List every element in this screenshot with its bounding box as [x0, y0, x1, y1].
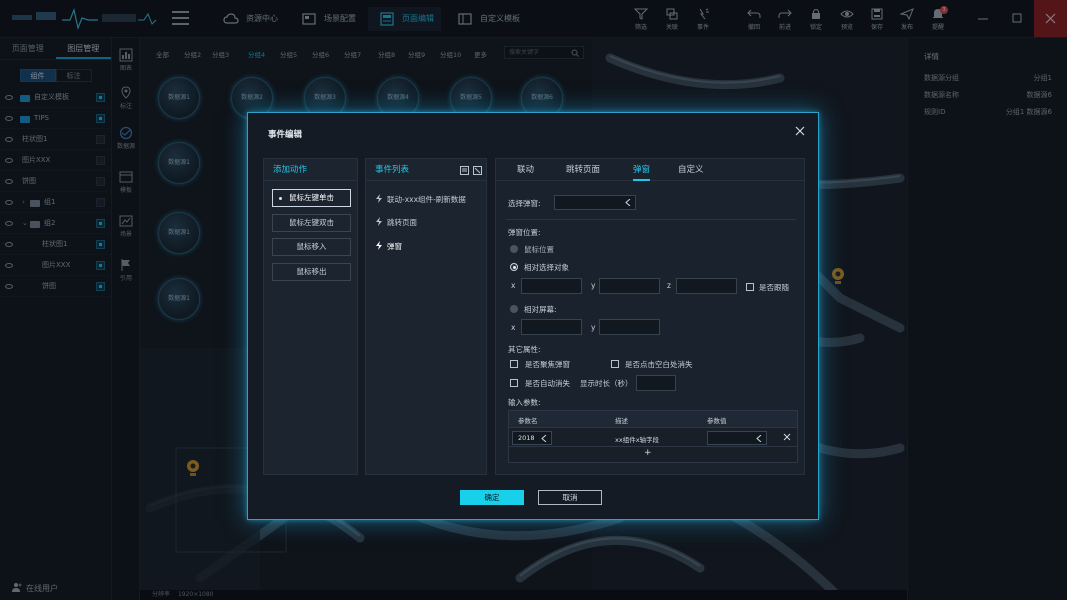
copy-icon[interactable] — [460, 166, 469, 175]
delete-row-icon[interactable] — [783, 433, 791, 441]
event-item[interactable]: 联动-xxx组件-刷新数据 — [375, 194, 466, 205]
param-name-value: 2018 — [518, 434, 535, 442]
config-tabs: 联动 跳转页面 弹窗 自定义 — [496, 159, 804, 181]
param-header-name: 参数名 — [518, 417, 538, 425]
radio-relative-screen[interactable] — [510, 305, 518, 313]
other-properties-label: 其它属性: — [508, 345, 541, 354]
screen-x-input[interactable] — [521, 319, 582, 335]
radio-label: 鼠标位置 — [524, 245, 554, 254]
event-item-active[interactable]: 弹窗 — [375, 241, 402, 252]
input-params-label: 输入参数: — [508, 398, 541, 407]
event-edit-dialog: 事件编辑 添加动作 鼠标左键单击 鼠标左键双击 鼠标移入 鼠标移出 事件列表 联… — [247, 112, 819, 520]
radio-mouse-position[interactable] — [510, 245, 518, 253]
offset-z-input[interactable] — [676, 278, 737, 294]
tab-jump-page[interactable]: 跳转页面 — [566, 159, 600, 181]
offset-y-input[interactable] — [599, 278, 660, 294]
action-mouse-leave-button[interactable]: 鼠标移出 — [272, 263, 351, 281]
cancel-button[interactable]: 取消 — [538, 490, 602, 505]
add-action-title: 添加动作 — [264, 159, 357, 181]
click-blank-dismiss-label: 是否点击空白处消失 — [625, 360, 693, 369]
click-blank-dismiss-checkbox[interactable] — [611, 360, 619, 368]
auto-hide-label: 是否自动消失 — [525, 379, 570, 388]
duration-label: 显示时长（秒） — [580, 379, 633, 388]
action-label: 鼠标左键双击 — [289, 218, 334, 227]
param-name-select[interactable]: 2018 — [512, 431, 552, 445]
event-item[interactable]: 跳转页面 — [375, 217, 417, 228]
add-action-panel: 添加动作 鼠标左键单击 鼠标左键双击 鼠标移入 鼠标移出 — [263, 158, 358, 475]
event-label: 弹窗 — [387, 242, 402, 251]
axis-x-label: x — [511, 281, 516, 290]
tab-linkage[interactable]: 联动 — [517, 159, 534, 181]
axis-x-label: x — [511, 323, 516, 332]
focus-popup-checkbox[interactable] — [510, 360, 518, 368]
axis-y-label: y — [591, 323, 596, 332]
param-row: 2018 xx组件x轴字段 — [509, 427, 797, 447]
popup-position-label: 弹窗位置: — [508, 228, 541, 237]
action-label: 鼠标移入 — [296, 242, 327, 251]
chevron-left-icon — [625, 199, 631, 206]
radio-relative-object[interactable] — [510, 263, 518, 271]
action-left-click-button[interactable]: 鼠标左键单击 — [272, 189, 351, 207]
tab-custom[interactable]: 自定义 — [678, 159, 704, 181]
active-dot — [279, 197, 282, 200]
action-label: 鼠标左键单击 — [289, 193, 334, 202]
offset-x-input[interactable] — [521, 278, 582, 294]
app-window: 资源中心 场景配置 页面编辑 自定义模板 筛选 关联 事件 撤回 前进 锁定 预… — [0, 0, 1067, 600]
confirm-button[interactable]: 确定 — [460, 490, 524, 505]
action-double-click-button[interactable]: 鼠标左键双击 — [272, 214, 351, 232]
follow-label: 是否跟随 — [759, 283, 789, 292]
dialog-title: 事件编辑 — [268, 130, 303, 140]
duration-input[interactable] — [636, 375, 676, 391]
event-config-panel: 联动 跳转页面 弹窗 自定义 选择弹窗: 弹窗位置: 鼠标位置 相对选择对象 x… — [495, 158, 805, 475]
tab-popup[interactable]: 弹窗 — [633, 159, 651, 181]
params-table-header: 参数名 描述 参数值 — [509, 411, 797, 427]
params-table: 参数名 描述 参数值 2018 xx组件x轴字段 + — [508, 410, 798, 463]
delete-icon[interactable] — [473, 166, 482, 175]
screen-y-input[interactable] — [599, 319, 660, 335]
lightning-icon — [376, 194, 382, 203]
axis-y-label: y — [591, 281, 596, 290]
lightning-icon — [376, 241, 382, 250]
action-mouse-enter-button[interactable]: 鼠标移入 — [272, 238, 351, 256]
popup-select[interactable] — [554, 195, 636, 210]
follow-checkbox[interactable] — [746, 283, 754, 291]
radio-label: 相对选择对象 — [524, 263, 569, 272]
axis-z-label: z — [667, 281, 671, 290]
chevron-left-icon — [541, 435, 547, 442]
event-list-panel: 事件列表 联动-xxx组件-刷新数据 跳转页面 弹窗 — [365, 158, 487, 475]
select-popup-label: 选择弹窗: — [508, 199, 541, 208]
action-label: 鼠标移出 — [296, 267, 327, 276]
event-label: 联动-xxx组件-刷新数据 — [387, 195, 466, 204]
param-value-select[interactable] — [707, 431, 767, 445]
param-description: xx组件x轴字段 — [615, 436, 660, 444]
chevron-left-icon — [756, 435, 762, 442]
param-header-value: 参数值 — [707, 417, 727, 425]
radio-label: 相对屏幕: — [524, 305, 557, 314]
event-label: 跳转页面 — [387, 218, 417, 227]
divider — [506, 219, 796, 220]
focus-popup-label: 是否聚焦弹窗 — [525, 360, 570, 369]
close-icon[interactable] — [794, 125, 806, 137]
auto-hide-checkbox[interactable] — [510, 379, 518, 387]
param-header-desc: 描述 — [615, 417, 628, 425]
lightning-icon — [376, 217, 382, 226]
add-param-button[interactable]: + — [644, 448, 652, 458]
